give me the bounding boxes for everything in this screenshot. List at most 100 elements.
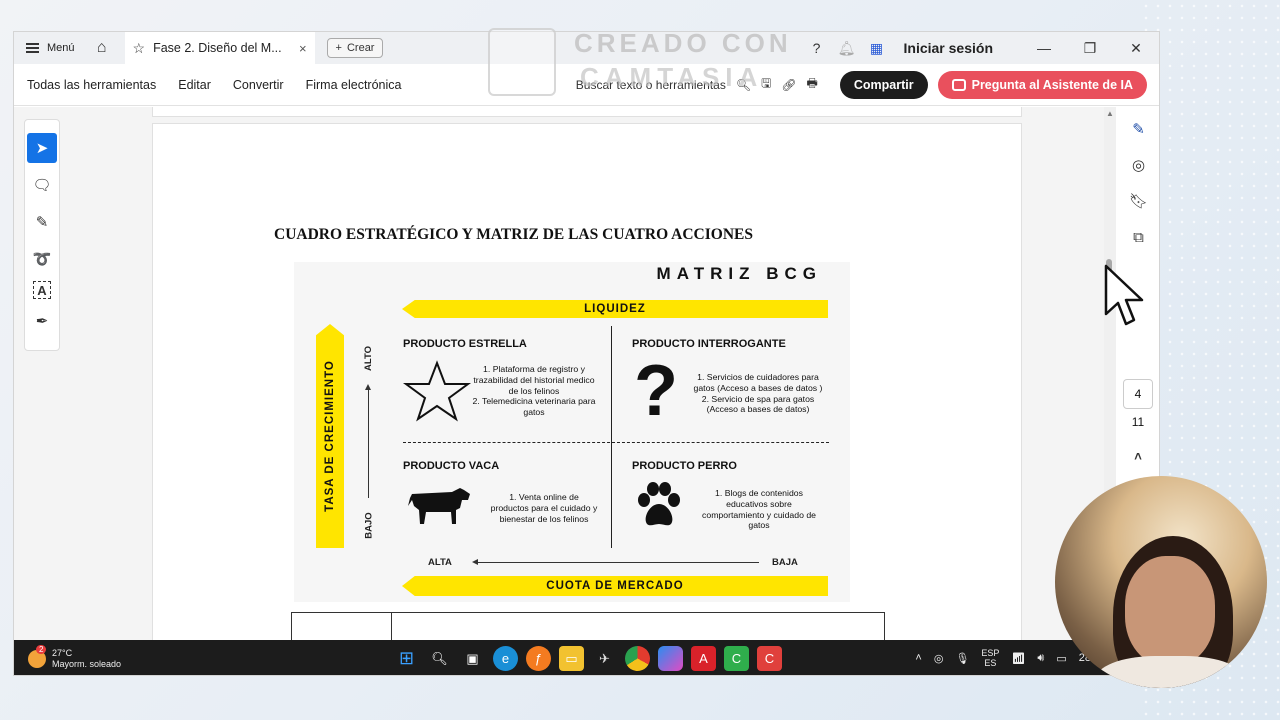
liquidity-band: LIQUIDEZ	[402, 300, 828, 318]
cow-product-title: PRODUCTO VACA	[403, 460, 500, 472]
scroll-up-icon[interactable]: ▲	[1106, 109, 1114, 118]
restore-icon[interactable]: ❐	[1067, 40, 1113, 57]
signin-button[interactable]: Iniciar sesión	[904, 40, 993, 56]
tab-close-icon[interactable]: ×	[299, 41, 307, 56]
plus-icon: +	[335, 42, 342, 54]
file-explorer-icon[interactable]: ▭	[559, 646, 584, 671]
volume-icon[interactable]: 🔊︎	[1037, 652, 1044, 665]
cow-icon	[408, 488, 470, 524]
market-share-band: CUOTA DE MERCADO	[402, 576, 828, 596]
previous-page-edge	[152, 107, 1022, 117]
print-icon[interactable]: 🖶	[807, 74, 818, 95]
dog-product-list: 1. Blogs de contenidos educativos sobre …	[699, 488, 819, 531]
hamburger-icon	[26, 43, 39, 53]
convert-menu[interactable]: Convertir	[233, 78, 284, 92]
tray-chevron-icon[interactable]: ˄	[915, 652, 921, 664]
keyboard-code: ES	[984, 658, 997, 668]
task-view-icon[interactable]: ▣	[460, 646, 485, 671]
chevron-up-icon[interactable]: ˄	[1123, 449, 1153, 464]
market-share-label: CUOTA DE MERCADO	[546, 580, 684, 592]
presenter-shirt	[1095, 656, 1245, 688]
alto-label: ALTO	[362, 346, 374, 371]
cow-item-1: 1. Venta online de productos para el cui…	[490, 492, 598, 524]
comment-tool-icon[interactable]: 🗨︎	[27, 170, 57, 200]
firefox-icon[interactable]: ƒ	[526, 646, 551, 671]
document-viewport: CUADRO ESTRATÉGICO Y MATRIZ DE LAS CUATR…	[14, 107, 1116, 643]
home-icon[interactable]: ⌂	[87, 32, 117, 64]
cow-product-list: 1. Venta online de productos para el cui…	[489, 492, 599, 524]
app-icon[interactable]: ✈	[592, 646, 617, 671]
battery-icon[interactable]: ▭	[1056, 652, 1066, 665]
edit-menu[interactable]: Editar	[178, 78, 211, 92]
camtasia-red-icon[interactable]: C	[757, 646, 782, 671]
all-tools-menu[interactable]: Todas las herramientas	[27, 78, 156, 92]
weather-temp: 27°C	[52, 647, 73, 658]
close-window-icon[interactable]: ✕	[1113, 40, 1159, 57]
tab-title: Fase 2. Diseño del M...	[153, 41, 282, 55]
dog-product-title: PRODUCTO PERRO	[632, 460, 737, 472]
quadrant-divider-horizontal	[403, 442, 829, 443]
current-page-input[interactable]: 4	[1123, 379, 1153, 409]
document-heading: CUADRO ESTRATÉGICO Y MATRIZ DE LAS CUATR…	[274, 226, 753, 243]
question-product-title: PRODUCTO INTERROGANTE	[632, 338, 786, 350]
edge-icon[interactable]: e	[493, 646, 518, 671]
language-indicator[interactable]: ESP ES	[981, 648, 999, 668]
watermark-line-2: CAMTASIA	[580, 62, 764, 92]
select-tool-icon[interactable]: ➤	[27, 133, 57, 163]
star-icon	[402, 360, 472, 422]
weather-widget[interactable]: 2 27°C Mayorm. soleado	[28, 644, 122, 670]
weather-badge: 2	[36, 644, 47, 654]
apps-grid-icon[interactable]: ▦	[862, 40, 892, 57]
edit-pdf-icon[interactable]: ✎	[1116, 111, 1159, 147]
ai-chat-icon	[951, 78, 966, 91]
wifi-icon[interactable]: 📶︎	[1011, 652, 1025, 665]
help-icon[interactable]: ?	[802, 40, 832, 56]
system-tray: ˄ ◎ 🎙︎ ESP ES 📶︎ 🔊︎ ▭ 28	[915, 648, 1091, 668]
bookmark-icon[interactable]: 🔖︎	[1116, 183, 1159, 219]
create-label: Crear	[346, 42, 375, 54]
camtasia-watermark: CREADO CON CAMTASIA	[488, 28, 798, 98]
highlight-tool-icon[interactable]: ✎	[27, 207, 57, 237]
titlebar-right: ? 🔔︎ ▦ Iniciar sesión — ❐ ✕	[802, 32, 1159, 64]
minimize-icon[interactable]: —	[1021, 40, 1067, 56]
question-item-2: 2. Servicio de spa para gatos (Acceso a …	[701, 393, 815, 415]
ai-assistant-button[interactable]: Pregunta al Asistente de IA	[937, 70, 1147, 99]
draw-tool-icon[interactable]: ➰	[27, 244, 57, 274]
paw-icon	[638, 482, 680, 526]
matrix-title: MATRIZ BCG	[656, 264, 822, 283]
copy-pages-icon[interactable]: ⧉	[1116, 219, 1159, 255]
chrome-icon[interactable]	[625, 646, 650, 671]
tray-app-icon[interactable]: ◎	[934, 652, 944, 665]
alta-label: ALTA	[428, 557, 452, 568]
windows-start-icon[interactable]: ⊞	[394, 646, 419, 671]
growth-arrow	[365, 384, 371, 498]
document-tab[interactable]: ☆ Fase 2. Diseño del M... ×	[124, 32, 315, 64]
microphone-icon[interactable]: 🎙︎	[955, 652, 969, 665]
weather-sun-icon: 2	[28, 644, 47, 668]
acrobat-icon[interactable]: A	[691, 646, 716, 671]
taskbar-apps: ⊞ 🔍︎ ▣ e ƒ ▭ ✈ A C C	[394, 646, 782, 671]
star-product-title: PRODUCTO ESTRELLA	[403, 338, 527, 350]
taskbar-search-icon[interactable]: 🔍︎	[427, 646, 452, 671]
growth-label: TASA DE CRECIMIENTO	[324, 360, 336, 512]
growth-band: TASA DE CRECIMIENTO	[316, 324, 344, 548]
ai-assistant-label: Pregunta al Asistente de IA	[971, 77, 1133, 92]
comment-search-icon[interactable]: ◎	[1116, 147, 1159, 183]
question-mark-icon: ?	[634, 351, 678, 431]
windows-taskbar: 2 27°C Mayorm. soleado ⊞ 🔍︎ ▣ e ƒ ▭ ✈ A …	[14, 640, 1159, 675]
copilot-icon[interactable]	[658, 646, 683, 671]
liquidity-label: LIQUIDEZ	[584, 303, 646, 315]
star-icon[interactable]: ☆	[133, 40, 146, 57]
esign-menu[interactable]: Firma electrónica	[306, 78, 402, 92]
camtasia-green-icon[interactable]: C	[724, 646, 749, 671]
table-top	[291, 612, 885, 643]
weather-condition: Mayorm. soleado	[52, 658, 122, 669]
create-button[interactable]: + Crear	[326, 38, 384, 58]
page-total: 11	[1131, 415, 1145, 429]
menu-button[interactable]: Menú	[14, 32, 87, 64]
share-button[interactable]: Compartir	[839, 70, 928, 99]
sign-tool-icon[interactable]: ✒	[27, 306, 57, 336]
text-tool-icon[interactable]: A	[33, 281, 51, 299]
acrobat-window: Menú ⌂ ☆ Fase 2. Diseño del M... × + Cre…	[13, 31, 1160, 676]
bell-icon[interactable]: 🔔︎	[832, 40, 862, 57]
